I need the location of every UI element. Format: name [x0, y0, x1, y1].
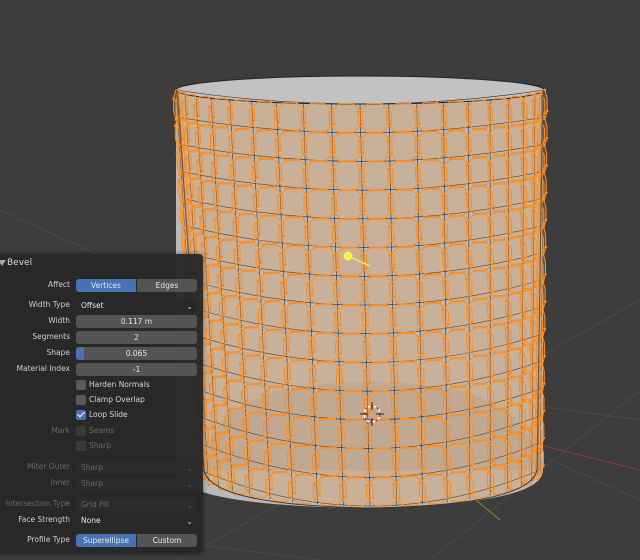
affect-edges-button[interactable]: Edges — [137, 279, 197, 292]
checkbox-box[interactable] — [76, 380, 86, 390]
checkbox-box[interactable] — [76, 441, 86, 451]
inner-label: Inner — [50, 478, 70, 487]
inner-value: Sharp — [81, 479, 103, 488]
checkbox-box[interactable] — [76, 426, 86, 436]
chevron-down-icon: ⌄ — [186, 302, 193, 311]
affect-vertices-button[interactable]: Vertices — [76, 279, 136, 292]
mark-seams-label: Seams — [89, 426, 115, 435]
profile-type-label: Profile Type — [27, 535, 70, 544]
panel-header[interactable]: Bevel — [0, 254, 203, 274]
panel-title: Bevel — [7, 258, 33, 268]
loop-slide-label: Loop Slide — [89, 410, 128, 419]
checkbox-box[interactable] — [76, 395, 86, 405]
shape-value: 0.065 — [125, 349, 148, 358]
collapse-triangle-icon[interactable] — [0, 260, 6, 266]
segments-label: Segments — [32, 332, 70, 341]
width-type-dropdown[interactable]: Offset ⌄ — [76, 299, 197, 312]
chevron-down-icon: ⌄ — [186, 517, 193, 526]
width-type-label: Width Type — [28, 300, 70, 309]
profile-superellipse-button[interactable]: Superellipse — [76, 534, 136, 547]
cylinder-mesh[interactable] — [172, 75, 549, 509]
chevron-down-icon: ⌄ — [186, 480, 193, 489]
shape-label: Shape — [46, 348, 71, 357]
face-strength-label: Face Strength — [18, 515, 70, 524]
miter-outer-value: Sharp — [81, 463, 103, 472]
clamp-overlap-label: Clamp Overlap — [89, 395, 145, 404]
harden-normals-label: Harden Normals — [89, 380, 150, 389]
intersection-type-value: Grid Fill — [81, 500, 110, 509]
mark-sharp-label: Sharp — [89, 441, 111, 450]
segments-field[interactable]: 2 — [76, 331, 197, 344]
shape-slider[interactable]: 0.065 — [76, 347, 197, 360]
inner-dropdown[interactable]: Sharp ⌄ — [76, 477, 197, 490]
chevron-down-icon: ⌄ — [186, 501, 193, 510]
intersection-type-dropdown[interactable]: Grid Fill ⌄ — [76, 498, 197, 511]
material-index-field[interactable]: -1 — [76, 363, 197, 376]
miter-outer-dropdown[interactable]: Sharp ⌄ — [76, 461, 197, 474]
width-type-value: Offset — [81, 301, 104, 310]
bevel-operator-panel[interactable]: Bevel Affect Vertices Edges Width Type O… — [0, 254, 203, 554]
face-strength-value: None — [81, 516, 101, 525]
width-field[interactable]: 0.117 m — [76, 315, 197, 328]
shape-slider-fill — [76, 347, 84, 360]
miter-outer-label: Miter Outer — [27, 462, 70, 471]
width-label: Width — [48, 316, 70, 325]
mark-label: Mark — [51, 426, 71, 435]
affect-label: Affect — [48, 280, 70, 289]
chevron-down-icon: ⌄ — [186, 464, 193, 473]
material-index-label: Material Index — [16, 364, 71, 373]
profile-custom-button[interactable]: Custom — [137, 534, 197, 547]
face-strength-dropdown[interactable]: None ⌄ — [76, 514, 197, 527]
intersection-type-label: Intersection Type — [5, 499, 70, 508]
checkmark-icon[interactable] — [76, 410, 86, 420]
